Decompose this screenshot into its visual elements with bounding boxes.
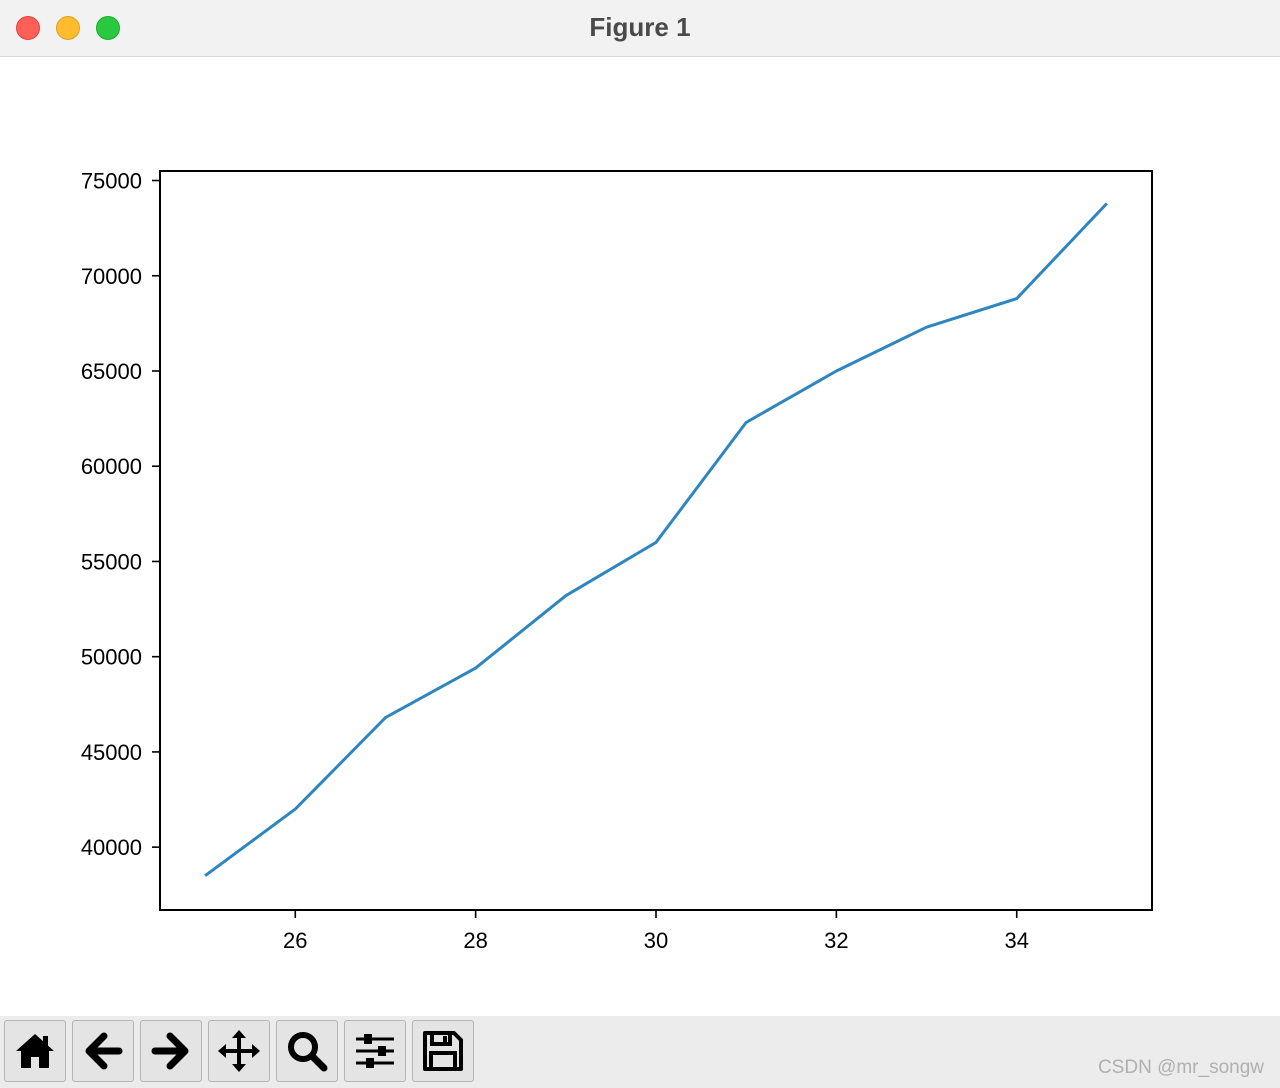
- watermark-text: CSDN @mr_songw: [1097, 1057, 1264, 1078]
- sliders-icon: [356, 1034, 394, 1068]
- x-tick-label: 30: [644, 928, 668, 953]
- home-button[interactable]: [4, 1020, 66, 1082]
- configure-subplots-button[interactable]: [344, 1020, 406, 1082]
- zoom-button[interactable]: [276, 1020, 338, 1082]
- zoom-icon: [288, 1032, 328, 1072]
- y-tick-label: 40000: [81, 835, 142, 860]
- pan-button[interactable]: [208, 1020, 270, 1082]
- y-tick-label: 65000: [81, 359, 142, 384]
- forward-arrow-icon: [151, 1032, 189, 1070]
- navigation-toolbar: [0, 1016, 1280, 1088]
- back-button[interactable]: [72, 1020, 134, 1082]
- home-icon: [16, 1034, 54, 1068]
- back-arrow-icon: [85, 1032, 123, 1070]
- y-tick-label: 60000: [81, 454, 142, 479]
- save-icon: [423, 1031, 463, 1071]
- figure-canvas: 26 28 30 32 34 40000 45000 50000 55000 60000 65000…: [81, 169, 1153, 953]
- y-tick-label: 75000: [81, 169, 142, 194]
- x-tick-label: 28: [463, 928, 487, 953]
- x-tick-label: 34: [1004, 928, 1028, 953]
- y-tick-label: 50000: [81, 645, 142, 670]
- forward-button[interactable]: [140, 1020, 202, 1082]
- y-tick-label: 45000: [81, 740, 142, 765]
- window-titlebar: Figure 1: [0, 0, 1280, 57]
- save-button[interactable]: [412, 1020, 474, 1082]
- y-tick-label: 55000: [81, 549, 142, 574]
- x-tick-label: 32: [824, 928, 848, 953]
- series-line: [204, 202, 1108, 877]
- move-icon: [218, 1030, 260, 1072]
- x-tick-label: 26: [283, 928, 307, 953]
- window-title: Figure 1: [589, 12, 691, 42]
- y-tick-label: 70000: [81, 264, 142, 289]
